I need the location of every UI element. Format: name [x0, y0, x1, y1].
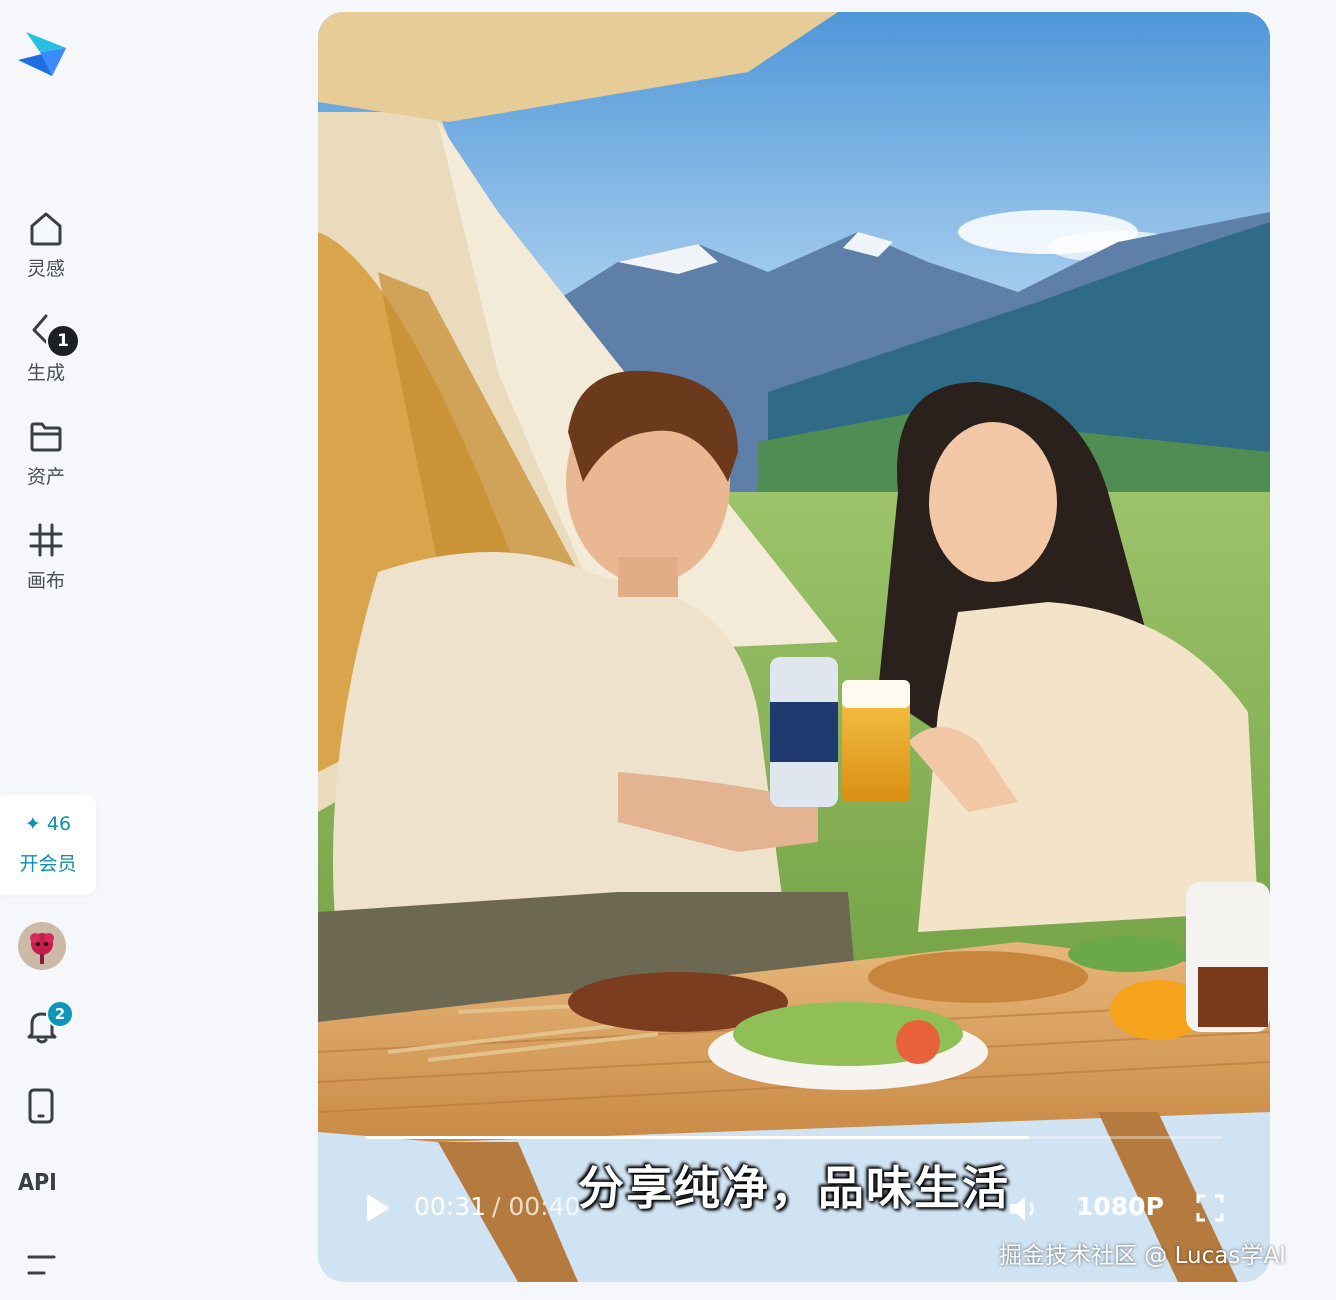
avatar[interactable] [18, 922, 66, 970]
sparkle-icon: ✦ [24, 813, 41, 835]
time-current: 00:31 [414, 1192, 487, 1221]
progress-bar[interactable] [366, 1136, 1222, 1139]
sidebar: 灵感 1 生成 资产 画布 ✦ 46 开会员 2 API [0, 0, 100, 1300]
menu-icon[interactable] [26, 1252, 58, 1280]
home-icon [30, 212, 62, 246]
progress-fill [366, 1136, 1030, 1139]
folder-icon [30, 422, 62, 452]
nav-item-canvas[interactable]: 画布 [0, 520, 92, 593]
nav-label-inspiration: 灵感 [26, 258, 65, 280]
fullscreen-icon[interactable] [1194, 1192, 1226, 1224]
volume-icon[interactable] [1006, 1194, 1042, 1224]
member-button[interactable]: 开会员 [0, 849, 96, 876]
play-icon[interactable] [364, 1192, 392, 1224]
app-logo[interactable] [16, 26, 68, 78]
nav-item-inspiration[interactable]: 灵感 [0, 208, 92, 281]
notification-badge: 2 [46, 1000, 74, 1028]
credits-card[interactable]: ✦ 46 开会员 [0, 795, 96, 895]
mobile-icon[interactable] [24, 1086, 60, 1126]
credits-value: 46 [46, 813, 72, 835]
credits-balance: ✦ 46 [0, 813, 96, 835]
time-total: / 00:40 [492, 1192, 581, 1221]
avatar-image [18, 922, 66, 970]
nav-item-generate[interactable]: 1 生成 [0, 312, 92, 385]
video-player[interactable]: 分享纯净，品味生活 00:31 / 00:40 1080P [318, 12, 1270, 1282]
api-link[interactable]: API [18, 1170, 68, 1196]
quality-selector[interactable]: 1080P [1076, 1192, 1164, 1221]
nav-item-assets[interactable]: 资产 [0, 416, 92, 489]
canvas-icon [29, 523, 63, 557]
video-frame [318, 12, 1270, 1282]
nav-label-assets: 资产 [26, 466, 65, 488]
watermark: 掘金技术社区 @ Lucas学AI [999, 1243, 1286, 1269]
player-controls: 00:31 / 00:40 1080P [318, 1188, 1270, 1228]
nav-label-generate: 生成 [26, 362, 65, 384]
generate-badge: 1 [46, 324, 80, 358]
nav-label-canvas: 画布 [26, 570, 65, 592]
